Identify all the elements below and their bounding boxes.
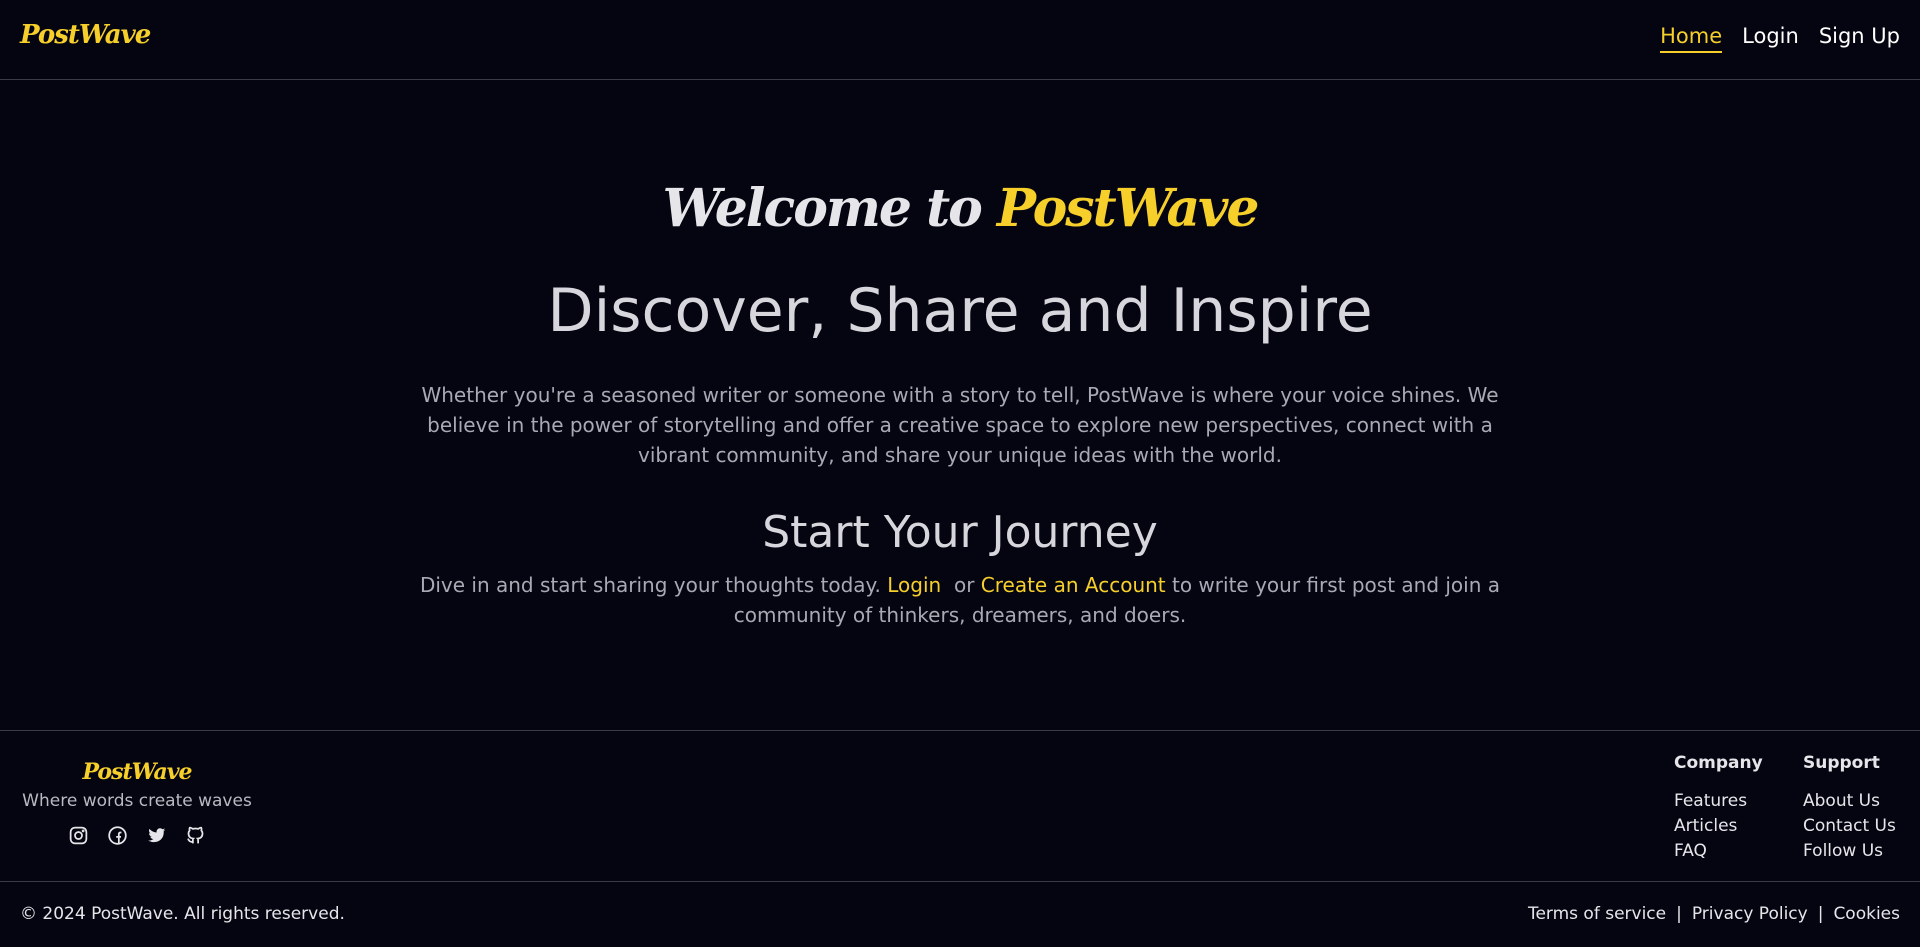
footer-bottom-bar: © 2024 PostWave. All rights reserved. Te… xyxy=(0,882,1920,947)
site-footer: PostWave Where words create waves Compan… xyxy=(0,730,1920,882)
copyright-text: © 2024 PostWave. All rights reserved. xyxy=(20,904,345,924)
welcome-prefix: Welcome to xyxy=(662,178,983,239)
footer-brand: PostWave Where words create waves xyxy=(20,759,254,846)
footer-company-column: Company Features Articles FAQ xyxy=(1674,753,1763,864)
journey-cta: Dive in and start sharing your thoughts … xyxy=(410,570,1510,630)
facebook-icon[interactable] xyxy=(107,825,128,846)
instagram-icon[interactable] xyxy=(68,825,89,846)
footer-link-follow-us[interactable]: Follow Us xyxy=(1803,839,1896,864)
nav-signup-link[interactable]: Sign Up xyxy=(1819,24,1900,53)
terms-of-service-link[interactable]: Terms of service xyxy=(1528,904,1666,924)
welcome-brand: PostWave xyxy=(996,178,1260,239)
footer-logo[interactable]: PostWave xyxy=(20,759,254,785)
cta-create-account-link[interactable]: Create an Account xyxy=(981,573,1166,597)
site-logo[interactable]: PostWave xyxy=(20,20,151,50)
footer-company-title: Company xyxy=(1674,753,1763,773)
footer-link-articles[interactable]: Articles xyxy=(1674,814,1763,839)
footer-link-features[interactable]: Features xyxy=(1674,789,1763,814)
cta-login-link[interactable]: Login xyxy=(887,573,941,597)
footer-link-contact-us[interactable]: Contact Us xyxy=(1803,814,1896,839)
journey-heading: Start Your Journey xyxy=(762,507,1158,558)
hero-intro: Whether you're a seasoned writer or some… xyxy=(421,383,1499,467)
main-nav: Home Login Sign Up xyxy=(1660,24,1900,53)
footer-support-title: Support xyxy=(1803,753,1880,773)
hero-section: Welcome to PostWave Discover, Share and … xyxy=(0,80,1920,730)
social-links xyxy=(20,825,254,846)
legal-links: Terms of service | Privacy Policy | Cook… xyxy=(1528,904,1900,924)
site-header: PostWave Home Login Sign Up xyxy=(0,0,1920,80)
legal-separator: | xyxy=(1817,904,1824,924)
nav-login-link[interactable]: Login xyxy=(1742,24,1799,53)
hero-tagline: Discover, Share and Inspire xyxy=(547,276,1373,346)
github-icon[interactable] xyxy=(185,825,206,846)
footer-link-about-us[interactable]: About Us xyxy=(1803,789,1896,814)
cookies-link[interactable]: Cookies xyxy=(1833,904,1900,924)
privacy-policy-link[interactable]: Privacy Policy xyxy=(1692,904,1808,924)
welcome-heading: Welcome to PostWave xyxy=(0,178,1920,239)
footer-link-faq[interactable]: FAQ xyxy=(1674,839,1763,864)
nav-home-link[interactable]: Home xyxy=(1660,24,1723,53)
cta-text-before: Dive in and start sharing your thoughts … xyxy=(419,573,881,597)
twitter-icon[interactable] xyxy=(146,825,167,846)
legal-separator: | xyxy=(1676,904,1682,924)
cta-text-or: or xyxy=(953,573,975,597)
footer-tagline: Where words create waves xyxy=(22,791,252,811)
footer-support-column: Support About Us Contact Us Follow Us xyxy=(1803,753,1896,864)
